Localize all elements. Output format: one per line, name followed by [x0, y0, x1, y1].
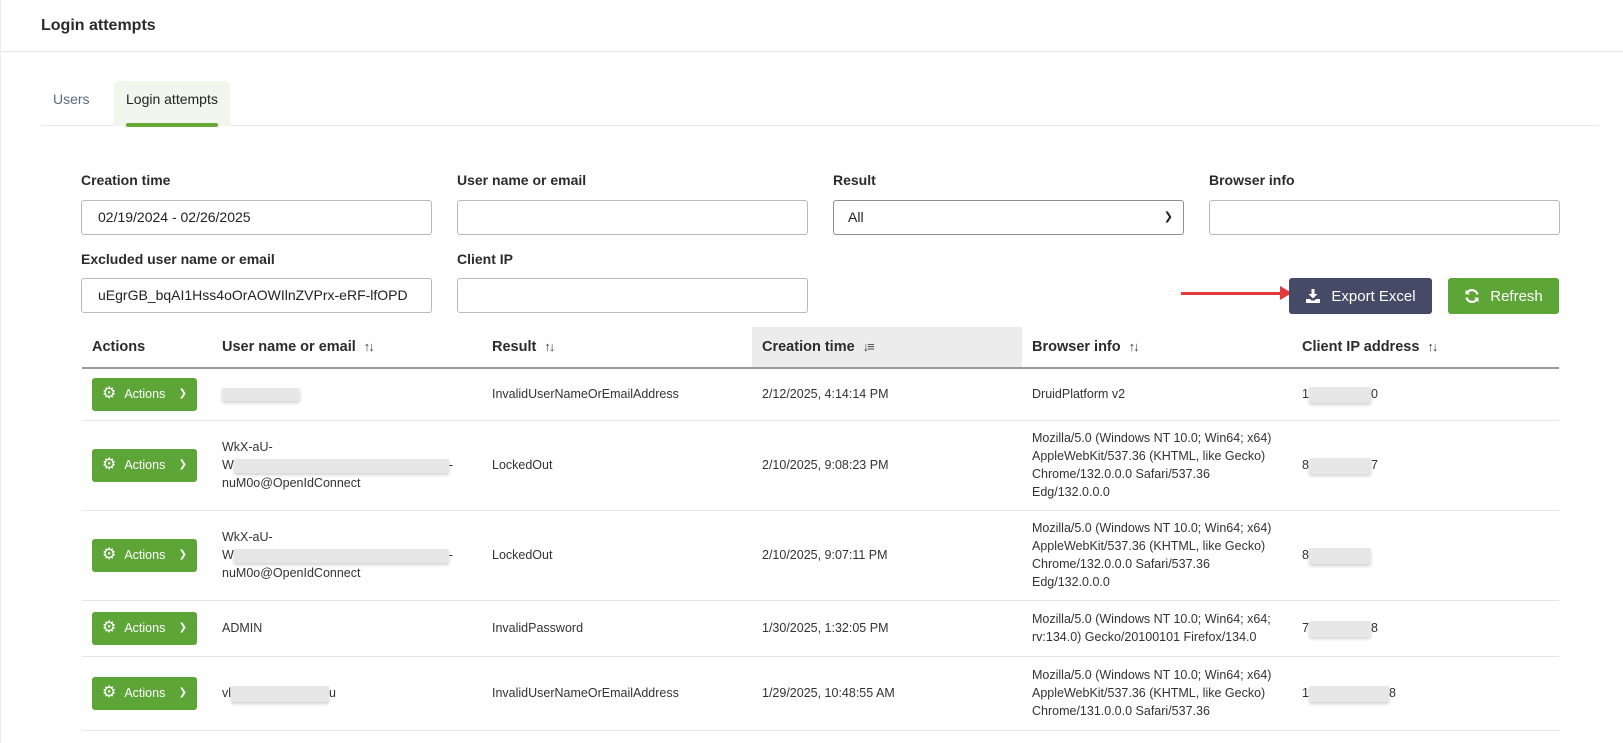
- redacted-block: [1308, 457, 1371, 474]
- col-header-result[interactable]: Result ↑↓: [482, 327, 752, 369]
- user-name-filter-label: User name or email: [457, 172, 587, 188]
- chevron-down-icon: ❯: [178, 687, 187, 698]
- sort-icon: ↑↓: [544, 339, 555, 354]
- redacted-block: [233, 458, 449, 473]
- chevron-down-icon: ❯: [178, 622, 187, 633]
- result-filter-select[interactable]: All ❯: [833, 200, 1184, 235]
- redacted-block: [231, 685, 330, 702]
- creation-time-input[interactable]: 02/19/2024 - 02/26/2025: [81, 200, 432, 235]
- browser-info-filter-input[interactable]: [1209, 200, 1560, 235]
- redacted-block: [1308, 620, 1371, 637]
- table-row: ⚙ Actions ❯ InvalidUserNameOrEmailAddress …: [82, 368, 1559, 421]
- creation-time-label: Creation time: [81, 172, 171, 188]
- result-cell: InvalidUserNameOrEmailAddress: [482, 656, 752, 731]
- actions-button[interactable]: ⚙ Actions ❯: [92, 611, 197, 645]
- client-ip-filter-input[interactable]: [457, 278, 808, 313]
- time-cell: 2/10/2025, 9:07:11 PM: [752, 510, 1022, 601]
- result-cell: InvalidPassword: [482, 600, 752, 657]
- time-cell: 1/29/2025, 10:48:55 AM: [752, 656, 1022, 731]
- browser-info-filter-label: Browser info: [1209, 172, 1295, 188]
- refresh-button[interactable]: Refresh: [1448, 278, 1559, 314]
- page: Login attempts Users Login attempts Crea…: [0, 0, 1623, 743]
- chevron-down-icon: ❯: [178, 549, 187, 560]
- col-header-ip[interactable]: Client IP address ↑↓: [1292, 327, 1559, 369]
- redacted-block: [233, 548, 449, 563]
- browser-cell: DruidPlatform v2: [1022, 368, 1292, 421]
- export-excel-label: Export Excel: [1331, 287, 1416, 305]
- ip-cell: 87: [1292, 420, 1559, 511]
- chevron-down-icon: ❯: [178, 459, 187, 470]
- refresh-label: Refresh: [1490, 287, 1543, 305]
- redacted-block: [1308, 386, 1371, 403]
- tab-bar: Users Login attempts: [41, 81, 1599, 127]
- result-cell: LockedOut: [482, 420, 752, 511]
- redacted-block: [1308, 685, 1389, 702]
- gear-icon: ⚙: [102, 385, 117, 403]
- ip-cell: 18: [1292, 656, 1559, 731]
- result-cell: LockedOut: [482, 510, 752, 601]
- gear-icon: ⚙: [102, 684, 117, 701]
- browser-cell: Mozilla/5.0 (Windows NT 10.0; Win64; x64…: [1022, 420, 1292, 511]
- user-cell: WkX-aU- W- nuM0o@OpenIdConnect: [212, 420, 482, 511]
- client-ip-filter-label: Client IP: [457, 251, 514, 267]
- user-cell: WkX-aU- W- nuM0o@OpenIdConnect: [212, 510, 482, 601]
- user-name-filter-input[interactable]: [457, 200, 808, 235]
- result-cell: InvalidUserNameOrEmailAddress: [482, 368, 752, 421]
- chevron-down-icon: ❯: [178, 388, 187, 400]
- time-cell: 2/10/2025, 9:08:23 PM: [752, 420, 1022, 511]
- table-row: ⚙ Actions ❯ WkX-aU- W- nuM0o@OpenIdConnect…: [82, 510, 1559, 601]
- browser-cell: Mozilla/5.0 (Windows NT 10.0; Win64; x64…: [1022, 656, 1292, 731]
- gear-icon: ⚙: [102, 619, 117, 636]
- sort-icon: ↑↓: [1427, 339, 1438, 354]
- browser-cell: Mozilla/5.0 (Windows NT 10.0; Win64; x64…: [1022, 510, 1292, 601]
- ip-cell: 10: [1292, 368, 1559, 421]
- excluded-user-label: Excluded user name or email: [81, 251, 275, 267]
- sort-desc-icon: ↓≡: [862, 339, 875, 354]
- tab-login-attempts[interactable]: Login attempts: [114, 81, 230, 127]
- result-filter-label: Result: [833, 172, 876, 188]
- result-filter-value: All: [848, 209, 864, 225]
- actions-button[interactable]: ⚙ Actions ❯: [92, 538, 197, 572]
- gear-icon: ⚙: [102, 546, 117, 563]
- time-cell: 1/30/2025, 1:32:05 PM: [752, 600, 1022, 657]
- col-header-user[interactable]: User name or email ↑↓: [212, 327, 482, 369]
- tab-users[interactable]: Users: [41, 81, 102, 126]
- actions-button[interactable]: ⚙ Actions ❯: [92, 676, 197, 710]
- ip-cell: 78: [1292, 600, 1559, 657]
- chevron-down-icon: ❯: [1163, 211, 1173, 223]
- sort-icon: ↑↓: [363, 339, 375, 354]
- login-attempts-table: Actions User name or email ↑↓ Result ↑↓ Cr…: [82, 327, 1559, 731]
- page-title: Login attempts: [41, 17, 156, 34]
- table-row: ⚙ Actions ❯ vl u InvalidUserNameOrEmailAddr…: [82, 656, 1559, 731]
- col-header-browser[interactable]: Browser info ↑↓: [1022, 327, 1292, 369]
- actions-button[interactable]: ⚙ Actions ❯: [92, 448, 197, 482]
- user-cell: ADMIN: [212, 600, 482, 657]
- col-header-creation-time[interactable]: Creation time ↓≡: [752, 327, 1022, 369]
- top-bar: Login attempts: [1, 0, 1623, 52]
- redacted-block: [222, 388, 300, 402]
- download-icon: [1305, 288, 1321, 304]
- col-header-actions: Actions: [82, 327, 212, 369]
- browser-cell: Mozilla/5.0 (Windows NT 10.0; Win64; x64…: [1022, 600, 1292, 657]
- sort-icon: ↑↓: [1128, 339, 1140, 354]
- user-cell: vl u: [212, 656, 482, 731]
- gear-icon: ⚙: [102, 456, 117, 473]
- table-row: ⚙ Actions ❯ WkX-aU- W- nuM0o@OpenIdConnect…: [82, 420, 1559, 511]
- time-cell: 2/12/2025, 4:14:14 PM: [752, 368, 1022, 421]
- user-cell: [212, 368, 482, 421]
- table-row: ⚙ Actions ❯ ADMIN InvalidPassword 1/30/202…: [82, 600, 1559, 657]
- table-header-row: Actions User name or email ↑↓ Result ↑↓ Cr…: [82, 327, 1559, 369]
- refresh-icon: [1464, 288, 1480, 304]
- ip-cell: 8: [1292, 510, 1559, 601]
- actions-button[interactable]: ⚙ Actions ❯: [92, 377, 197, 411]
- export-excel-button[interactable]: Export Excel: [1289, 278, 1432, 314]
- redacted-block: [1308, 547, 1371, 564]
- excluded-user-input[interactable]: uEgrGB_bqAI1Hss4oOrAOWIlnZVPrx-eRF-lfOPD: [81, 278, 432, 313]
- red-arrow-annotation: [1181, 286, 1292, 300]
